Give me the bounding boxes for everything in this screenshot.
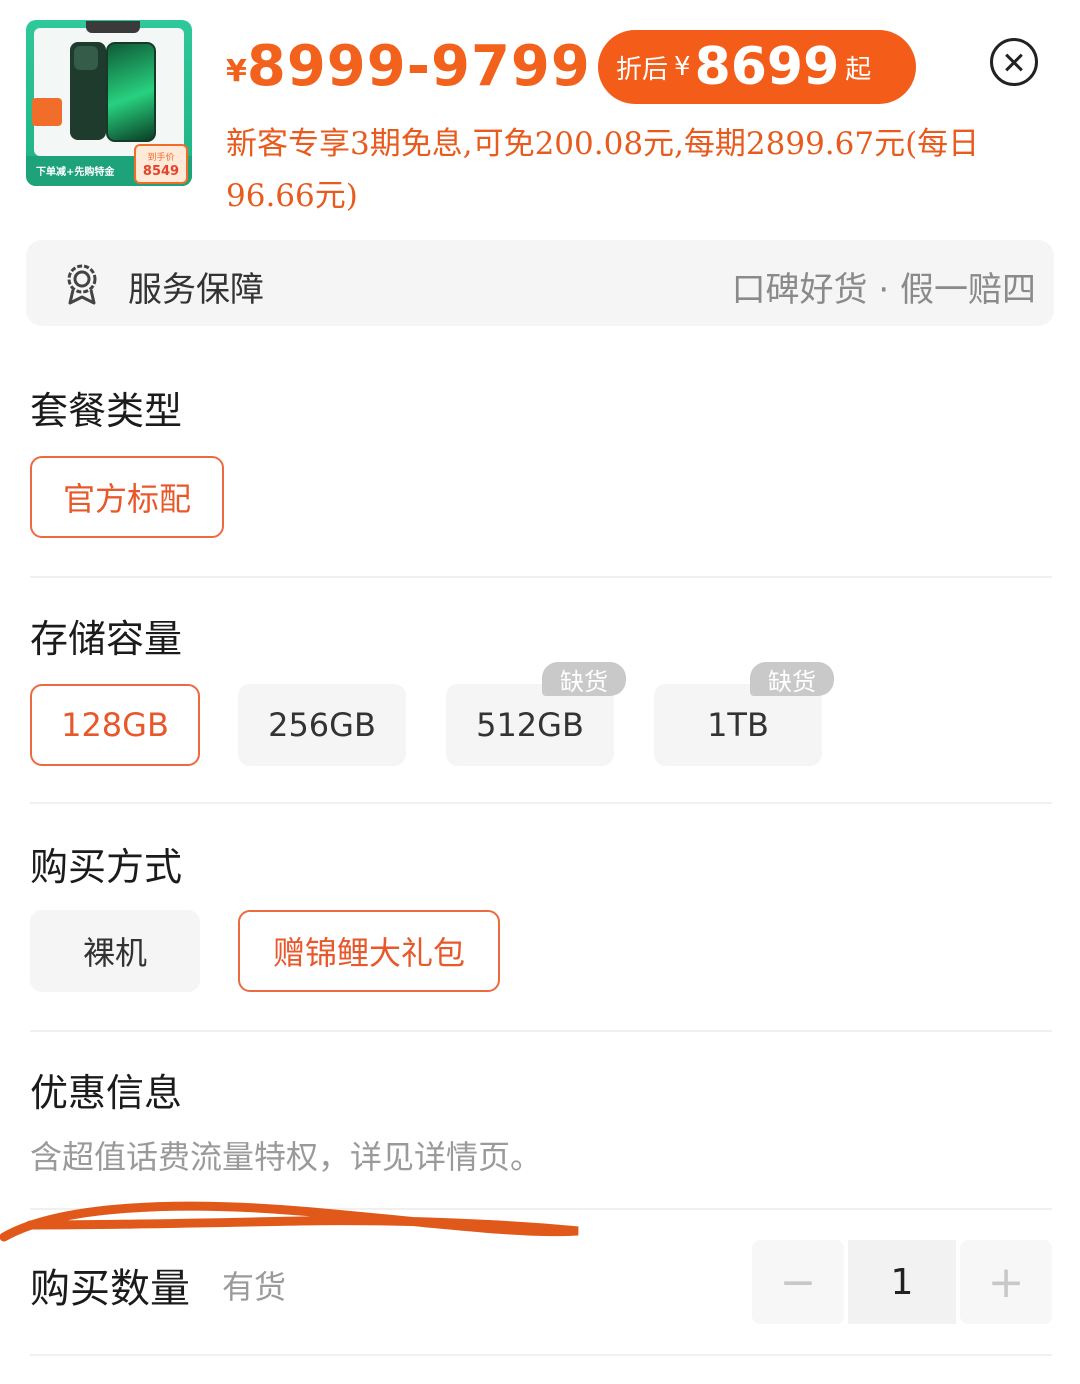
close-icon[interactable]	[990, 38, 1038, 86]
service-guarantee-bar[interactable]: 服务保障 口碑好货 · 假一赔四	[26, 240, 1054, 326]
package-option-official[interactable]: 官方标配	[30, 456, 224, 538]
discount-label: 折后	[616, 54, 669, 85]
promo-badge-image	[32, 98, 62, 126]
soldout-badge: 缺货	[542, 662, 626, 696]
storage-option-1tb[interactable]: 1TB 缺货	[654, 662, 834, 766]
section-divider	[30, 802, 1052, 804]
section-divider	[30, 1354, 1052, 1356]
quantity-increase-button[interactable]: +	[960, 1240, 1052, 1324]
storage-option-label: 512GB	[476, 706, 584, 744]
discount-suffix: 起	[845, 54, 872, 85]
thumbnail-price-badge: 到手价 8549	[134, 144, 188, 184]
package-type-title: 套餐类型	[30, 389, 183, 433]
storage-option-256gb[interactable]: 256GB	[238, 684, 406, 766]
storage-option-label: 256GB	[268, 706, 376, 744]
section-divider	[30, 1030, 1052, 1032]
storage-option-label: 128GB	[61, 706, 169, 744]
product-thumbnail[interactable]: 下单减+先购特金 到手价 8549	[26, 20, 192, 186]
service-description: 口碑好货 · 假一赔四	[731, 270, 1036, 310]
purchase-option-label: 裸机	[82, 934, 147, 972]
thumbnail-tag	[86, 21, 140, 33]
quantity-value[interactable]: 1	[848, 1240, 956, 1324]
phone-front-image	[106, 42, 156, 142]
purchase-option-bare[interactable]: 裸机	[30, 910, 200, 992]
badge-icon	[67, 264, 97, 305]
storage-option-512gb[interactable]: 512GB 缺货	[446, 662, 626, 766]
storage-option-128gb[interactable]: 128GB	[30, 684, 200, 766]
price-currency: ¥	[226, 54, 247, 89]
stock-status: 有货	[222, 1268, 287, 1306]
installment-info: 新客专享3期免息,可免200.08元,每期2899.67元(每日96.66元)	[226, 126, 980, 214]
service-label: 服务保障	[128, 270, 264, 310]
soldout-badge: 缺货	[750, 662, 834, 696]
discount-price-pill: 折后 ¥ 8699 起	[598, 30, 916, 104]
storage-option-label: 1TB	[707, 706, 769, 744]
discount-currency: ¥	[674, 52, 691, 82]
thumbnail-price-label: 到手价	[147, 153, 175, 163]
promotion-title: 优惠信息	[30, 1071, 183, 1115]
purchase-option-gift-pack[interactable]: 赠锦鲤大礼包	[238, 910, 500, 992]
discount-value: 8699	[694, 37, 840, 97]
purchase-option-label: 赠锦鲤大礼包	[272, 934, 465, 972]
price-range: ¥8999-9799	[226, 32, 591, 115]
quantity-stepper: − 1 +	[752, 1240, 1052, 1324]
thumbnail-footer-text: 下单减+先购特金	[36, 167, 115, 178]
promotion-text: 含超值话费流量特权，详见详情页。	[30, 1138, 543, 1176]
quantity-decrease-button[interactable]: −	[752, 1240, 844, 1324]
price-range-value: 8999-9799	[246, 34, 591, 99]
thumbnail-price-value: 8549	[142, 164, 180, 179]
phone-camera-image	[74, 46, 98, 70]
annotation-scribble	[0, 1201, 579, 1242]
storage-title: 存储容量	[30, 617, 183, 661]
section-divider	[30, 576, 1052, 578]
quantity-title: 购买数量	[30, 1266, 190, 1312]
purchase-method-title: 购买方式	[30, 845, 183, 889]
package-option-label: 官方标配	[62, 480, 191, 518]
